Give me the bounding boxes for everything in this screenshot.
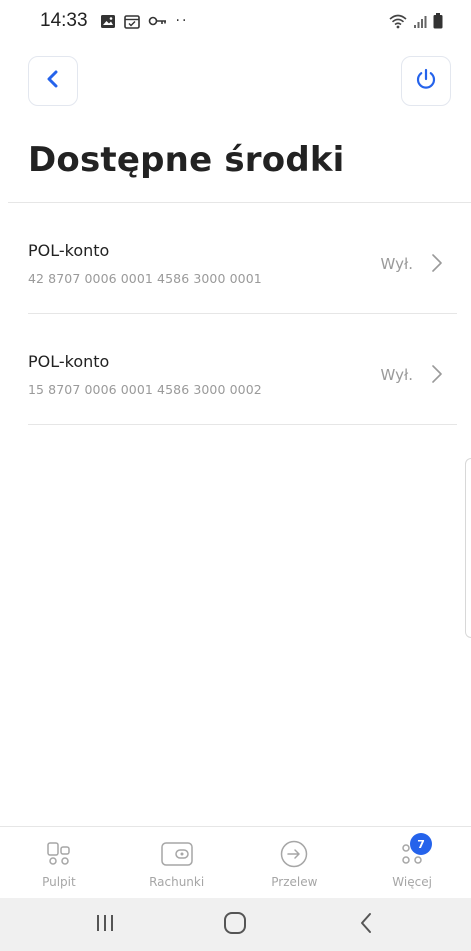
status-right xyxy=(389,13,443,29)
account-list: POL-konto 42 8707 0006 0001 4586 3000 00… xyxy=(0,203,471,425)
edge-panel-handle[interactable] xyxy=(465,458,471,638)
calendar-icon xyxy=(123,14,140,29)
account-name: POL-konto xyxy=(28,352,110,371)
recents-button[interactable] xyxy=(75,905,135,945)
nav-item-rachunki[interactable]: Rachunki xyxy=(118,827,236,899)
account-status: Wył. xyxy=(380,255,413,273)
battery-icon xyxy=(433,13,443,29)
wallet-icon xyxy=(160,839,194,869)
nav-label: Przelew xyxy=(271,875,318,889)
screen: 14:33 ·· Dostępne środki POL-konto 42 87… xyxy=(0,0,471,951)
key-icon xyxy=(148,15,168,27)
back-icon xyxy=(359,912,373,938)
account-name: POL-konto xyxy=(28,241,110,260)
nav-item-przelew[interactable]: Przelew xyxy=(236,827,354,899)
account-list-item[interactable]: POL-konto 42 8707 0006 0001 4586 3000 00… xyxy=(28,203,457,314)
system-nav-bar xyxy=(0,898,471,951)
nav-item-wiecej[interactable]: 7 Więcej xyxy=(353,827,471,899)
chevron-right-icon xyxy=(431,364,443,388)
back-button[interactable] xyxy=(28,56,78,106)
notification-badge: 7 xyxy=(410,833,433,855)
status-bar: 14:33 ·· xyxy=(0,0,471,42)
page-title: Dostępne środki xyxy=(28,140,345,180)
transfer-arrow-icon xyxy=(279,839,309,869)
home-button[interactable] xyxy=(205,905,265,945)
gallery-icon xyxy=(100,14,116,29)
dashboard-icon xyxy=(45,839,73,869)
chevron-left-icon xyxy=(46,70,60,92)
home-icon xyxy=(223,911,247,939)
signal-icon xyxy=(413,14,427,29)
nav-label: Pulpit xyxy=(42,875,76,889)
account-number: 15 8707 0006 0001 4586 3000 0002 xyxy=(28,382,262,397)
power-icon xyxy=(414,67,438,95)
account-status: Wył. xyxy=(380,366,413,384)
status-left: 14:33 ·· xyxy=(40,10,188,32)
system-back-button[interactable] xyxy=(336,905,396,945)
recents-icon xyxy=(93,913,117,937)
wifi-icon xyxy=(389,14,407,29)
chevron-right-icon xyxy=(431,253,443,277)
bottom-nav: Pulpit Rachunki Przelew 7 Więcej xyxy=(0,826,471,899)
more-notifications-indicator: ·· xyxy=(175,13,189,29)
logout-button[interactable] xyxy=(401,56,451,106)
nav-label: Więcej xyxy=(392,875,432,889)
account-number: 42 8707 0006 0001 4586 3000 0001 xyxy=(28,271,262,286)
nav-label: Rachunki xyxy=(149,875,205,889)
status-time: 14:33 xyxy=(40,10,88,31)
account-list-item[interactable]: POL-konto 15 8707 0006 0001 4586 3000 00… xyxy=(28,314,457,425)
nav-item-pulpit[interactable]: Pulpit xyxy=(0,827,118,899)
